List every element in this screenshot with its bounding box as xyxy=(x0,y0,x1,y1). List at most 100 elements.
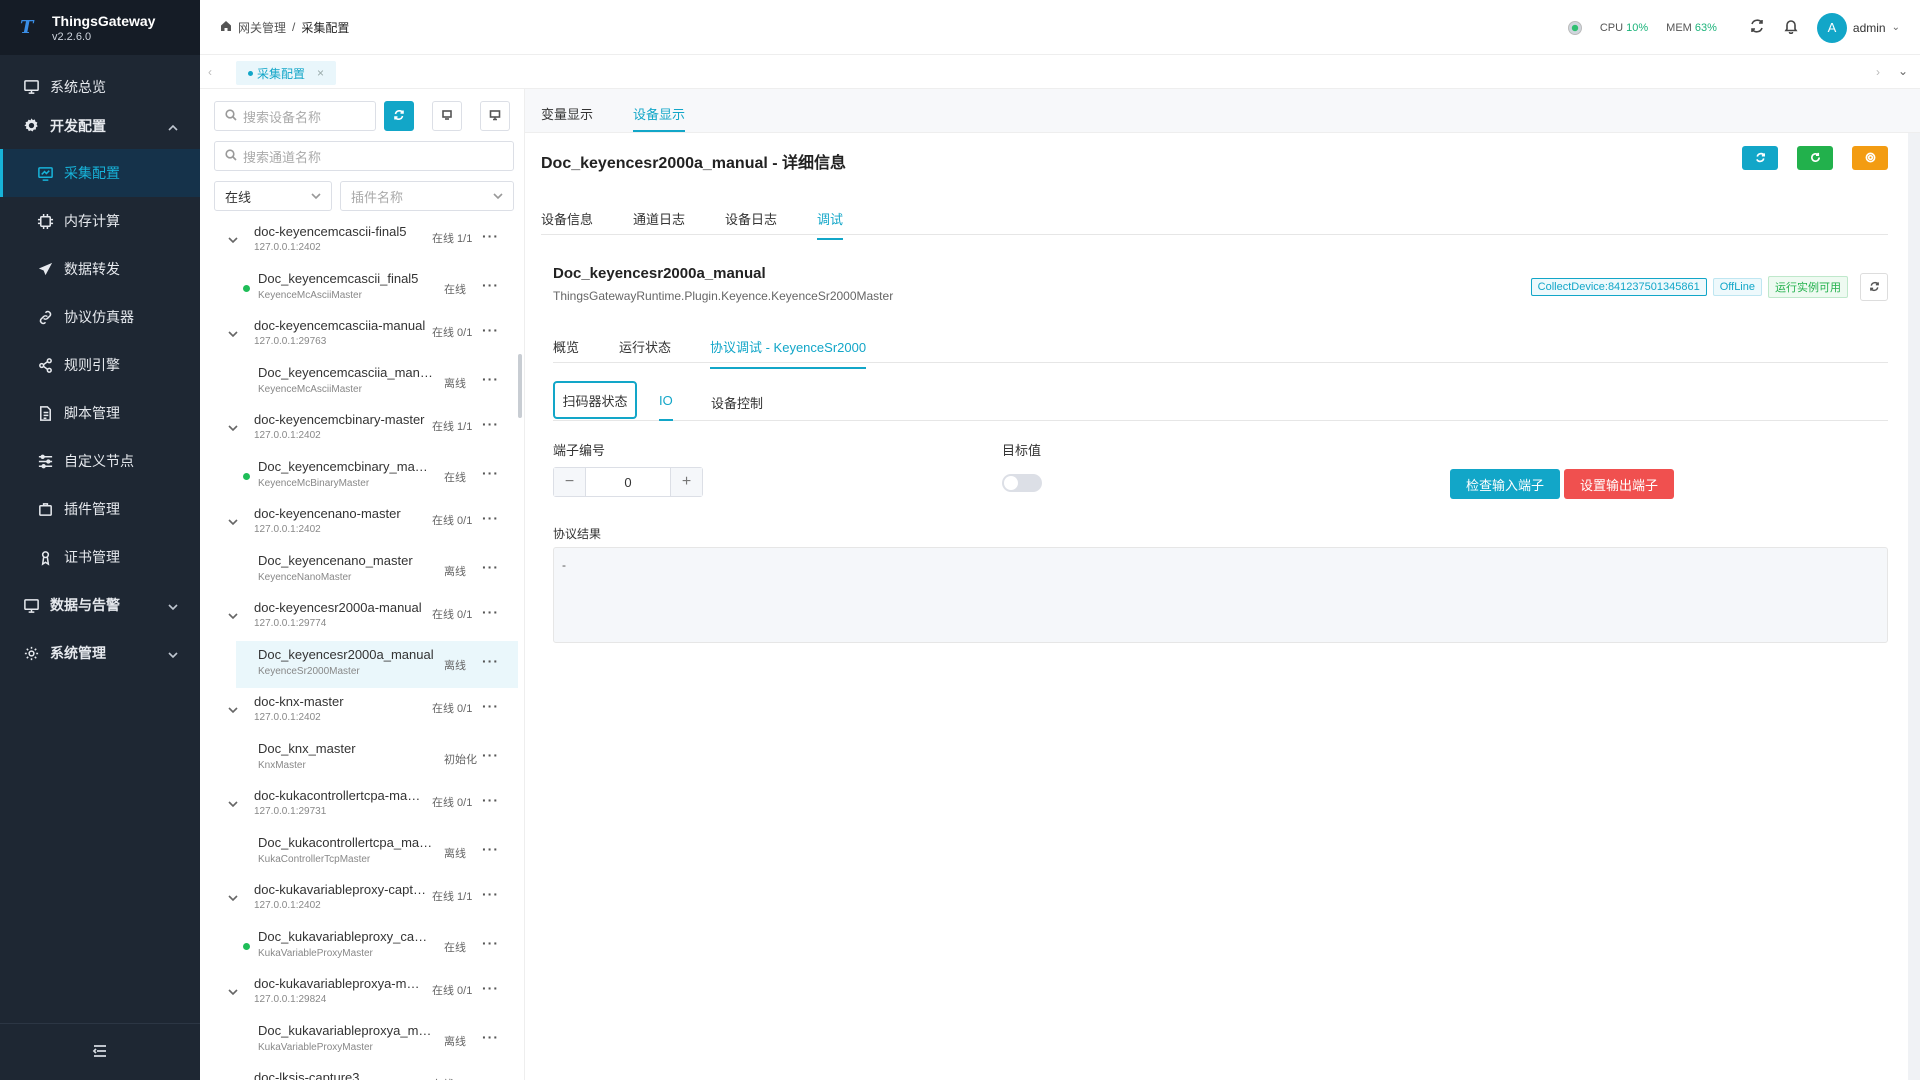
tree-channel-group[interactable]: doc-lksis-capture3 在线 1/1 ··· xyxy=(200,1064,518,1080)
tree-device-item[interactable]: Doc_keyencemcasciia_manual KeyenceMcAscii… xyxy=(200,359,518,406)
breadcrumb-item-gateway[interactable]: 网关管理 xyxy=(238,19,286,36)
sidebar-item-data-forward[interactable]: 数据转发 xyxy=(0,245,200,293)
user-menu[interactable]: A admin ⌄ xyxy=(1816,12,1900,43)
sidebar-item-memory-compute[interactable]: 内存计算 xyxy=(0,197,200,245)
sidebar-item-rule-engine[interactable]: 规则引擎 xyxy=(0,341,200,389)
set-output-terminal-button[interactable]: 设置输出端子 xyxy=(1564,469,1675,499)
tree-device-item[interactable]: Doc_kukavariableproxy_capture KukaVariabl… xyxy=(200,923,518,970)
sidebar-group-dev-config[interactable]: 开发配置 xyxy=(0,110,200,141)
close-icon[interactable]: × xyxy=(317,66,324,80)
sidebar-item-protocol-simulator[interactable]: 协议仿真器 xyxy=(0,293,200,341)
refresh-icon[interactable] xyxy=(1749,18,1765,37)
tab-device-control[interactable]: 设备控制 xyxy=(711,393,763,412)
more-icon[interactable]: ··· xyxy=(482,1074,499,1080)
search-channel-input[interactable]: 搜索通道名称 xyxy=(214,141,514,171)
tree-device-item[interactable]: Doc_kukacontrollertcpa_manual KukaControl… xyxy=(200,829,518,876)
tab-overview[interactable]: 概览 xyxy=(553,337,579,356)
brand[interactable]: T ThingsGateway v2.2.6.0 xyxy=(0,0,200,55)
restart-button[interactable] xyxy=(1797,146,1833,170)
more-icon[interactable]: ··· xyxy=(482,980,499,996)
more-icon[interactable]: ··· xyxy=(482,698,499,714)
sidebar-item-script-manage[interactable]: 脚本管理 xyxy=(0,389,200,437)
more-icon[interactable]: ··· xyxy=(482,371,499,387)
tab-device-info[interactable]: 设备信息 xyxy=(541,209,593,228)
chevron-down-icon[interactable] xyxy=(228,326,238,342)
chevron-down-icon[interactable] xyxy=(228,984,238,1000)
chevron-down-icon[interactable] xyxy=(228,232,238,248)
tree-device-item[interactable]: Doc_keyencesr2000a_manual KeyenceSr2000Ma… xyxy=(236,641,518,688)
chevron-down-icon[interactable] xyxy=(228,702,238,718)
tab-device-log[interactable]: 设备日志 xyxy=(725,209,777,228)
monitor-view-button[interactable] xyxy=(480,101,510,131)
search-device-input[interactable]: 搜索设备名称 xyxy=(214,101,376,131)
more-icon[interactable]: ··· xyxy=(482,510,499,526)
tab-io[interactable]: IO xyxy=(659,393,673,421)
more-icon[interactable]: ··· xyxy=(482,1029,499,1045)
page-tab-collect-config[interactable]: 采集配置 × xyxy=(236,61,337,85)
more-icon[interactable]: ··· xyxy=(482,277,499,293)
more-icon[interactable]: ··· xyxy=(482,416,499,432)
sidebar-group-system-manage[interactable]: 系统管理 xyxy=(0,629,200,677)
sidebar-item-plugin-manage[interactable]: 插件管理 xyxy=(0,485,200,533)
tree-device-item[interactable]: Doc_keyencenano_master KeyenceNanoMaster 离… xyxy=(200,547,518,594)
tree-channel-group[interactable]: doc-keyencemcascii-final5 127.0.0.1:2402 在… xyxy=(200,218,518,265)
tab-run-status[interactable]: 运行状态 xyxy=(619,337,671,356)
increment-button[interactable]: + xyxy=(670,468,702,496)
tab-scanner-status[interactable]: 扫码器状态 xyxy=(553,381,637,419)
sidebar-item-overview[interactable]: 系统总览 xyxy=(0,63,200,110)
sidebar-item-collect-config[interactable]: 采集配置 xyxy=(0,149,200,197)
tab-device-display[interactable]: 设备显示 xyxy=(633,104,686,132)
more-icon[interactable]: ··· xyxy=(482,604,499,620)
chevron-down-icon[interactable] xyxy=(228,890,238,906)
tab-menu-chevron-icon[interactable]: ⌄ xyxy=(1898,64,1908,78)
tab-scroll-left-icon[interactable]: ‹ xyxy=(208,65,212,79)
chevron-down-icon[interactable] xyxy=(228,608,238,624)
tree-channel-group[interactable]: doc-kukacontrollertcpa-manual 127.0.0.1:2… xyxy=(200,782,518,829)
more-icon[interactable]: ··· xyxy=(482,747,499,763)
terminal-number-input[interactable]: 0 xyxy=(586,468,670,496)
more-icon[interactable]: ··· xyxy=(482,886,499,902)
tab-debug[interactable]: 调试 xyxy=(817,209,844,240)
tree-device-item[interactable]: Doc_keyencemcbinary_master KeyenceMcBinar… xyxy=(200,453,518,500)
more-icon[interactable]: ··· xyxy=(482,935,499,951)
tree-channel-group[interactable]: doc-knx-master 127.0.0.1:2402 在线 0/1 ··· xyxy=(200,688,518,735)
bell-icon[interactable] xyxy=(1783,18,1799,37)
collapse-sidebar-button[interactable] xyxy=(0,1023,200,1080)
chevron-down-icon[interactable] xyxy=(228,420,238,436)
more-icon[interactable]: ··· xyxy=(482,653,499,669)
tree-device-item[interactable]: Doc_knx_master KnxMaster 初始化 ··· xyxy=(200,735,518,782)
tree-scrollbar[interactable] xyxy=(518,354,522,418)
chevron-down-icon[interactable] xyxy=(228,514,238,530)
tree-channel-group[interactable]: doc-kukavariableproxya-manual 127.0.0.1:2… xyxy=(200,970,518,1017)
tab-scroll-right-icon[interactable]: › xyxy=(1876,65,1880,79)
decrement-button[interactable]: − xyxy=(554,468,586,496)
more-icon[interactable]: ··· xyxy=(482,792,499,808)
refresh-button[interactable] xyxy=(1742,146,1778,170)
tree-channel-group[interactable]: doc-keyencemcbinary-master 127.0.0.1:2402… xyxy=(200,406,518,453)
tab-channel-log[interactable]: 通道日志 xyxy=(633,209,685,228)
toggle-view-button[interactable] xyxy=(432,101,462,131)
status-filter-select[interactable]: 在线 xyxy=(214,181,332,211)
target-value-toggle[interactable] xyxy=(1002,474,1042,492)
tree-channel-group[interactable]: doc-keyencemcasciia-manual 127.0.0.1:2976… xyxy=(200,312,518,359)
tree-device-item[interactable]: Doc_keyencemcascii_final5 KeyenceMcAsciiM… xyxy=(200,265,518,312)
tree-channel-group[interactable]: doc-kukavariableproxy-capture 127.0.0.1:2… xyxy=(200,876,518,923)
more-icon[interactable]: ··· xyxy=(482,559,499,575)
more-icon[interactable]: ··· xyxy=(482,322,499,338)
tree-channel-group[interactable]: doc-keyencenano-master 127.0.0.1:2402 在线 0… xyxy=(200,500,518,547)
more-icon[interactable]: ··· xyxy=(482,465,499,481)
sidebar-item-certificate-manage[interactable]: 证书管理 xyxy=(0,533,200,581)
tree-channel-group[interactable]: doc-keyencesr2000a-manual 127.0.0.1:29774… xyxy=(200,594,518,641)
tree-device-item[interactable]: Doc_kukavariableproxya_manual KukaVariabl… xyxy=(200,1017,518,1064)
tab-protocol-debug[interactable]: 协议调试 - KeyenceSr2000 xyxy=(710,337,867,369)
more-icon[interactable]: ··· xyxy=(482,841,499,857)
refresh-device-button[interactable] xyxy=(1860,273,1888,301)
plugin-filter-select[interactable]: 插件名称 xyxy=(340,181,514,211)
sidebar-item-custom-node[interactable]: 自定义节点 xyxy=(0,437,200,485)
chevron-down-icon[interactable] xyxy=(228,796,238,812)
more-icon[interactable]: ··· xyxy=(482,228,499,244)
tab-variable-display[interactable]: 变量显示 xyxy=(541,104,593,123)
check-input-terminal-button[interactable]: 检查输入端子 xyxy=(1450,469,1561,499)
refresh-tree-button[interactable] xyxy=(384,101,414,131)
sidebar-group-data-alarm[interactable]: 数据与告警 xyxy=(0,581,200,629)
